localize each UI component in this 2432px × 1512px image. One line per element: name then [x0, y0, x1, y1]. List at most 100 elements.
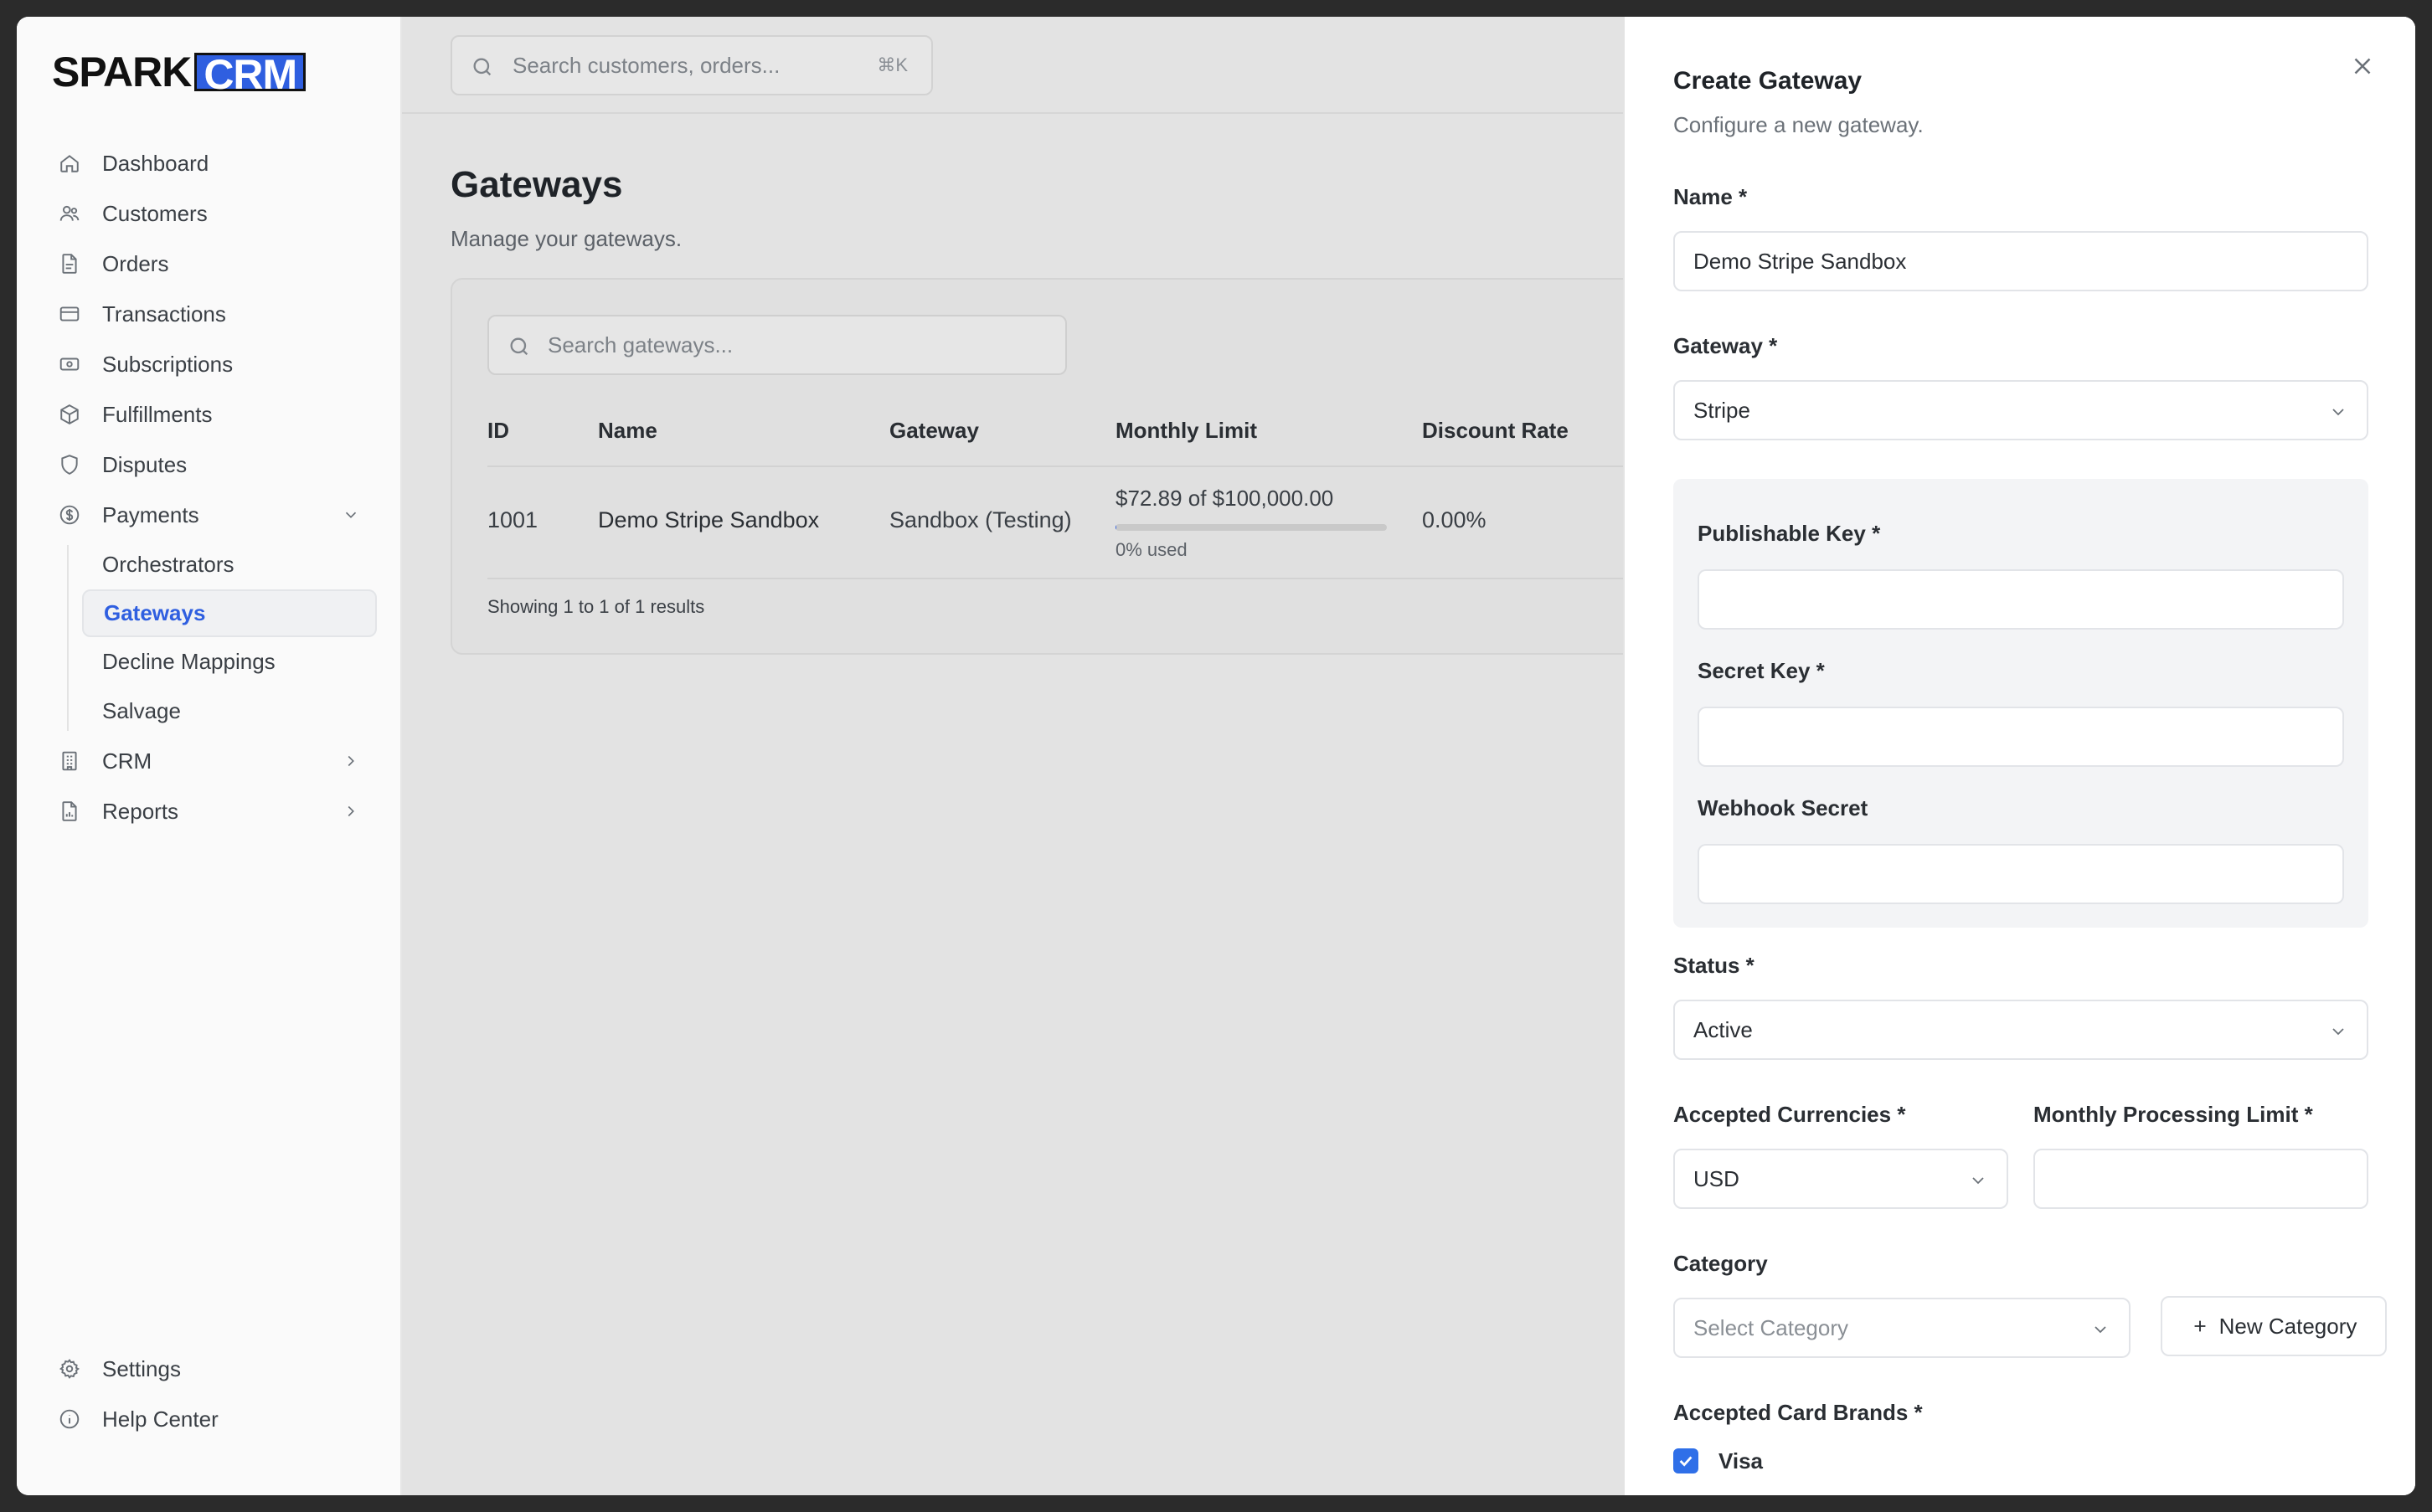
create-gateway-drawer: Create Gateway Configure a new gateway. …: [1623, 17, 2415, 1495]
cell-used-percent: 0% used: [1116, 539, 1188, 560]
column-header-name[interactable]: Name: [598, 418, 657, 444]
visa-checkbox[interactable]: [1673, 1448, 1698, 1473]
monthly-limit-label: Monthly Processing Limit *: [2033, 1102, 2313, 1127]
name-input[interactable]: Demo Stripe Sandbox: [1673, 231, 2368, 291]
chevron-right-icon[interactable]: [342, 802, 360, 820]
secret-key-input[interactable]: [1698, 707, 2344, 767]
sidebar-item-payments[interactable]: Payments: [17, 490, 402, 540]
sidebar-item-customers[interactable]: Customers: [17, 188, 402, 239]
info-icon: [59, 1409, 80, 1429]
column-header-gateway[interactable]: Gateway: [889, 418, 979, 444]
sidebar-item-subscriptions[interactable]: Subscriptions: [17, 339, 402, 389]
monthly-limit-input[interactable]: [2033, 1149, 2368, 1209]
cell-id: 1001: [487, 507, 538, 532]
category-select-placeholder: Select Category: [1693, 1314, 1848, 1340]
sidebar: SPARK CRM Dashboard Customers Orders Tra…: [17, 17, 402, 1495]
visa-label[interactable]: Visa: [1718, 1448, 1763, 1474]
sidebar-item-reports[interactable]: Reports: [17, 786, 402, 836]
sidebar-item-label: Help Center: [102, 1406, 219, 1432]
chevron-down-icon: [2332, 409, 2344, 416]
sidebar-item-label: CRM: [102, 748, 152, 774]
sidebar-nav: Dashboard Customers Orders Transactions …: [17, 138, 402, 836]
credentials-panel: Publishable Key * Secret Key * Webhook S…: [1673, 479, 2368, 928]
sidebar-item-settings[interactable]: Settings: [17, 1344, 402, 1394]
sidebar-item-label: Fulfillments: [102, 401, 213, 427]
secret-key-label: Secret Key *: [1698, 658, 1825, 683]
webhook-secret-label: Webhook Secret: [1698, 795, 1868, 820]
cell-gateway: Sandbox (Testing): [889, 507, 1072, 532]
status-select[interactable]: Active: [1673, 1000, 2368, 1060]
search-icon: [473, 58, 492, 76]
sidebar-item-transactions[interactable]: Transactions: [17, 289, 402, 339]
gateway-label: Gateway *: [1673, 333, 1778, 358]
pagination-summary: Showing 1 to 1 of 1 results: [487, 596, 705, 617]
gateway-select[interactable]: Stripe: [1673, 380, 2368, 440]
currencies-select[interactable]: USD: [1673, 1149, 2008, 1209]
global-search-placeholder: Search customers, orders...: [513, 52, 781, 78]
global-search-input[interactable]: Search customers, orders... ⌘K: [451, 35, 933, 95]
sidebar-item-dashboard[interactable]: Dashboard: [17, 138, 402, 188]
sidebar-item-orders[interactable]: Orders: [17, 239, 402, 289]
sidebar-item-fulfillments[interactable]: Fulfillments: [17, 389, 402, 440]
sidebar-item-crm[interactable]: CRM: [17, 736, 402, 786]
page-title: Gateways: [451, 164, 623, 205]
gear-icon: [59, 1359, 80, 1379]
status-label: Status *: [1673, 953, 1754, 978]
shortcut-hint: ⌘K: [877, 54, 908, 75]
gateways-search-input[interactable]: Search gateways...: [487, 315, 1067, 375]
sidebar-item-help-center[interactable]: Help Center: [17, 1394, 402, 1444]
drawer-title: Create Gateway: [1673, 67, 1863, 95]
cell-name: Demo Stripe Sandbox: [598, 507, 820, 532]
cell-discount-rate: 0.00%: [1422, 507, 1487, 532]
status-select-value: Active: [1693, 1016, 1753, 1042]
accepted-currencies-label: Accepted Currencies *: [1673, 1102, 1906, 1127]
plus-icon: [2194, 1320, 2206, 1332]
sidebar-item-label: Customers: [102, 200, 208, 226]
file-icon: [62, 254, 77, 274]
close-icon[interactable]: [2348, 52, 2377, 80]
sidebar-item-label: Payments: [102, 501, 199, 527]
currencies-select-value: USD: [1693, 1165, 1739, 1191]
brand-logo-crm: CRM: [194, 53, 307, 95]
column-header-monthly-limit[interactable]: Monthly Limit: [1116, 418, 1257, 444]
publishable-key-label: Publishable Key *: [1698, 521, 1881, 546]
name-label: Name *: [1673, 184, 1748, 209]
search-icon: [510, 337, 528, 356]
package-icon: [60, 404, 79, 424]
check-icon: [1679, 1456, 1693, 1467]
sidebar-item-label: Reports: [102, 798, 179, 824]
sidebar-item-label: Transactions: [102, 301, 226, 327]
table-divider: [487, 578, 1705, 579]
sidebar-item-disputes[interactable]: Disputes: [17, 440, 402, 490]
payments-submenu: Orchestrators Gateways Decline Mappings …: [17, 540, 402, 736]
sidebar-item-label: Settings: [102, 1355, 181, 1381]
sidebar-item-label: Disputes: [102, 451, 188, 477]
table-divider: [487, 465, 1705, 467]
limit-progress-bar: [1116, 524, 1387, 531]
chevron-down-icon: [2332, 1028, 2344, 1036]
report-icon: [62, 801, 77, 821]
brand-logo-spark: SPARK: [52, 49, 192, 95]
webhook-secret-input[interactable]: [1698, 844, 2344, 904]
sidebar-item-decline-mappings[interactable]: Decline Mappings: [17, 637, 402, 687]
brand-logo[interactable]: SPARK CRM: [52, 49, 307, 95]
sidebar-item-salvage[interactable]: Salvage: [17, 687, 402, 736]
publishable-key-input[interactable]: [1698, 569, 2344, 630]
new-category-button[interactable]: New Category: [2161, 1296, 2387, 1356]
sidebar-item-orchestrators[interactable]: Orchestrators: [17, 540, 402, 589]
chevron-right-icon[interactable]: [342, 752, 360, 770]
page-subtitle: Manage your gateways.: [451, 226, 683, 251]
category-label: Category: [1673, 1251, 1768, 1276]
sidebar-item-label: Orders: [102, 250, 169, 276]
sidebar-item-gateways[interactable]: Gateways: [82, 589, 377, 637]
chevron-down-icon[interactable]: [342, 506, 360, 524]
category-select[interactable]: Select Category: [1673, 1298, 2131, 1358]
gateways-table-card: Search gateways... ID Name Gateway Month…: [451, 278, 1707, 655]
app-window: SPARK CRM Dashboard Customers Orders Tra…: [17, 17, 2415, 1495]
banknote-icon: [59, 357, 80, 371]
chevron-down-icon: [1972, 1177, 1984, 1185]
column-header-id[interactable]: ID: [487, 418, 509, 444]
column-header-discount-rate[interactable]: Discount Rate: [1422, 418, 1569, 444]
new-category-label: New Category: [2218, 1313, 2357, 1339]
drawer-subtitle: Configure a new gateway.: [1673, 112, 1924, 137]
